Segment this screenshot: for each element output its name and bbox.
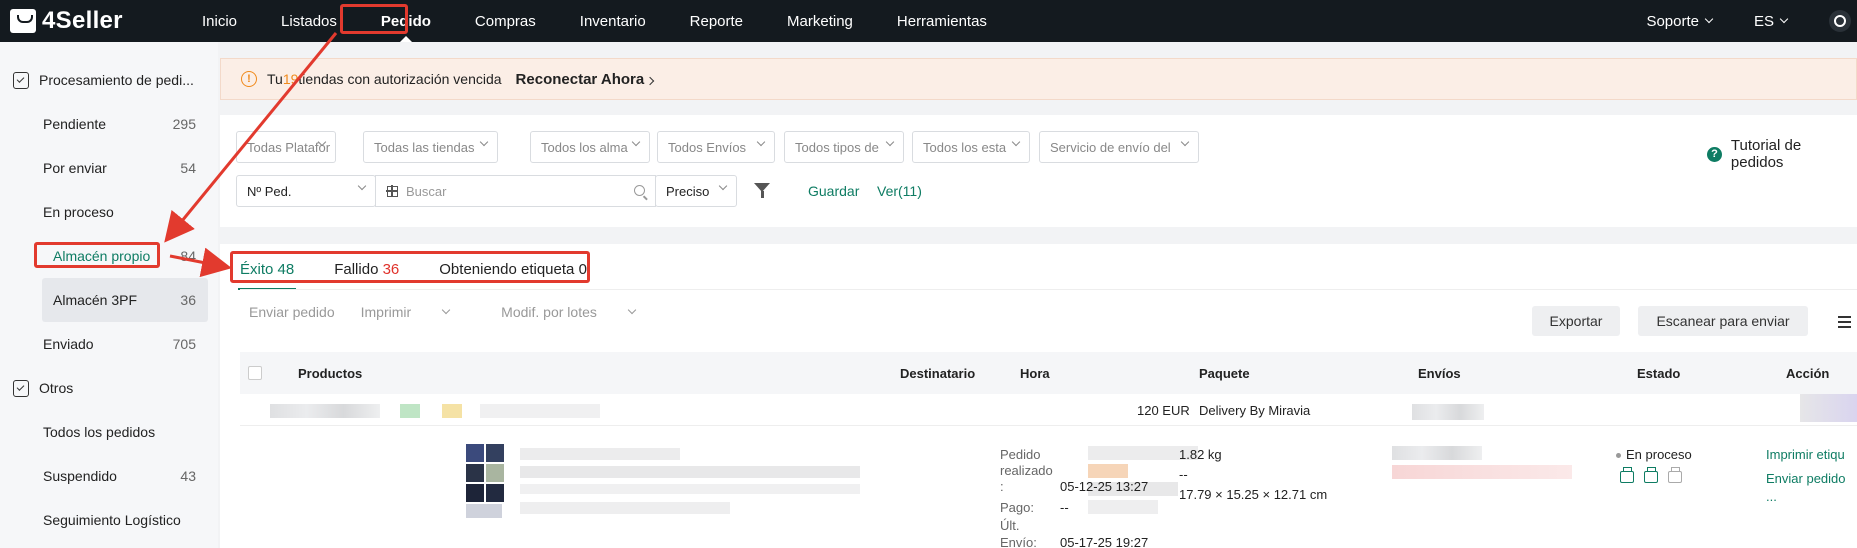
arrow-to-tabs: [169, 247, 232, 278]
arrow-to-almacen: [164, 32, 338, 243]
annotation-arrows: [164, 32, 338, 278]
